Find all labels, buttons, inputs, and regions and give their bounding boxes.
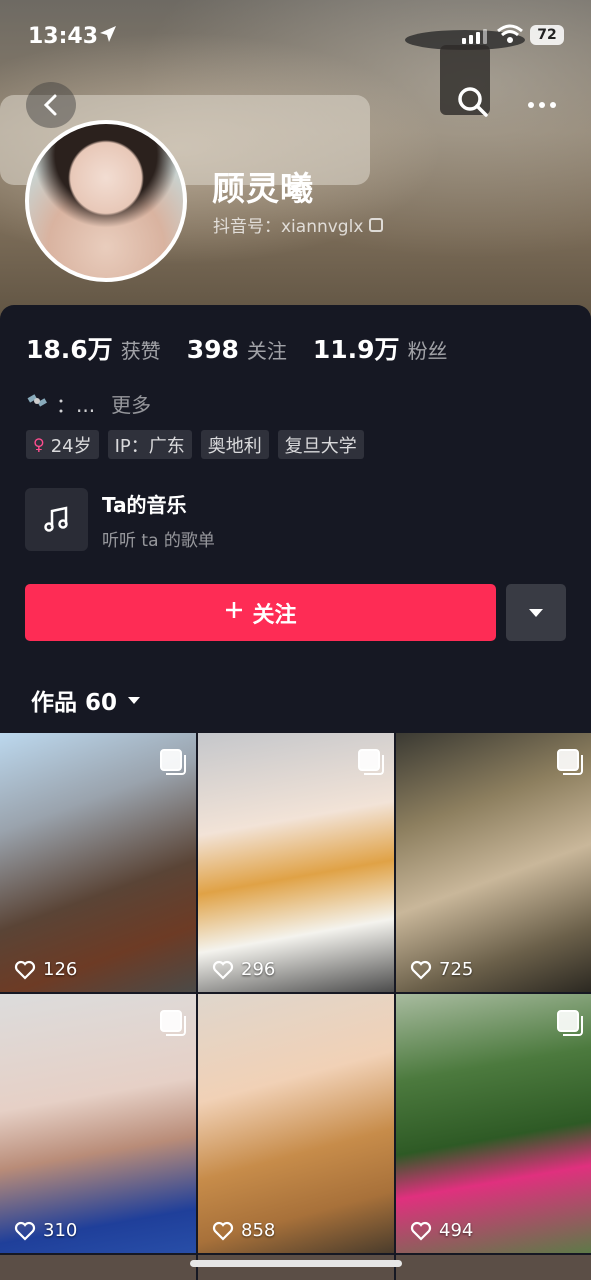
battery-indicator: 72 xyxy=(530,25,564,45)
post-likes: 494 xyxy=(410,1220,473,1241)
music-icon xyxy=(25,488,88,551)
heart-icon xyxy=(410,960,432,980)
profile-name: 顾灵曦 xyxy=(212,169,314,208)
works-grid: 126 296 725 310 858 494 xyxy=(0,733,591,1253)
douyin-id: 抖音号：xiannvglx xyxy=(213,217,364,237)
more-options-button[interactable] xyxy=(522,90,562,120)
back-button[interactable] xyxy=(26,82,76,128)
stat-followers-number: 11.9万 xyxy=(312,335,400,364)
stat-following-label: 关注 xyxy=(246,339,287,363)
stat-followers[interactable]: 11.9万 粉丝 xyxy=(313,330,448,366)
profile-tags: ♀ 24岁 IP：广东 奥地利 复旦大学 xyxy=(26,430,364,459)
status-bar: 13:43 72 xyxy=(0,18,591,54)
multi-image-icon xyxy=(160,1010,186,1036)
female-icon: ♀ xyxy=(33,435,45,454)
search-button[interactable] xyxy=(455,84,495,124)
post-thumbnail-partial[interactable] xyxy=(396,1255,591,1280)
music-title: Ta的音乐 xyxy=(102,492,187,517)
stat-likes[interactable]: 18.6万 获赞 xyxy=(26,330,161,366)
post-likes: 858 xyxy=(212,1220,275,1241)
douyin-id-row[interactable]: 抖音号：xiannvglx xyxy=(213,212,384,237)
post-likes-count: 858 xyxy=(241,1220,276,1241)
multi-image-icon xyxy=(557,749,583,775)
heart-icon xyxy=(410,1221,432,1241)
stat-following[interactable]: 398 关注 xyxy=(187,335,287,364)
music-text: Ta的音乐 听听 ta 的歌单 xyxy=(102,489,215,551)
stat-followers-label: 粉丝 xyxy=(407,339,448,363)
stat-likes-number: 18.6万 xyxy=(26,335,113,364)
multi-image-icon xyxy=(160,749,186,775)
post-likes: 296 xyxy=(212,959,275,980)
copy-icon[interactable] xyxy=(369,217,384,232)
post-thumbnail[interactable]: 126 xyxy=(0,733,196,992)
heart-icon xyxy=(212,960,234,980)
bio-text: ：... xyxy=(56,393,96,417)
more-dot-icon xyxy=(550,102,556,108)
post-likes-count: 310 xyxy=(43,1220,78,1241)
post-thumbnail-partial[interactable] xyxy=(0,1255,196,1280)
follow-label: 关注 xyxy=(252,602,297,628)
post-thumbnail[interactable]: 494 xyxy=(396,994,591,1253)
stats-row: 18.6万 获赞 398 关注 11.9万 粉丝 xyxy=(26,330,448,366)
cellular-signal-icon xyxy=(462,28,487,44)
stat-following-number: 398 xyxy=(186,335,239,364)
bio-more-link[interactable]: 更多 xyxy=(111,389,151,418)
recommend-dropdown-button[interactable] xyxy=(506,584,566,641)
heart-icon xyxy=(14,1221,36,1241)
next-row-partial xyxy=(0,1255,591,1280)
tab-works[interactable]: 作品 60 xyxy=(31,683,141,717)
more-dot-icon xyxy=(528,102,534,108)
search-icon xyxy=(458,87,488,117)
tag-location: 奥地利 xyxy=(200,430,269,459)
tag-age: ♀ 24岁 xyxy=(26,430,99,459)
post-likes-count: 494 xyxy=(439,1220,474,1241)
post-likes-count: 296 xyxy=(241,959,276,980)
multi-image-icon xyxy=(557,1010,583,1036)
tag-age-text: 24岁 xyxy=(50,435,92,457)
post-thumbnail-partial[interactable] xyxy=(198,1255,394,1280)
heart-icon xyxy=(14,960,36,980)
caret-down-icon xyxy=(529,608,543,617)
post-likes-count: 725 xyxy=(439,959,474,980)
post-likes: 310 xyxy=(14,1220,77,1241)
plus-icon xyxy=(224,600,244,626)
status-time: 13:43 xyxy=(28,24,99,49)
post-thumbnail[interactable]: 725 xyxy=(396,733,591,992)
tag-ip: IP：广东 xyxy=(107,430,192,459)
avatar[interactable] xyxy=(25,120,187,282)
heart-icon xyxy=(212,1221,234,1241)
post-thumbnail[interactable]: 310 xyxy=(0,994,196,1253)
post-likes: 725 xyxy=(410,959,473,980)
home-indicator[interactable] xyxy=(190,1260,402,1267)
follow-button[interactable]: 关注 xyxy=(25,584,496,641)
post-likes-count: 126 xyxy=(43,959,78,980)
wifi-icon xyxy=(497,24,523,48)
multi-image-icon xyxy=(358,749,384,775)
satellite-emoji-icon xyxy=(26,390,50,417)
tag-school: 复旦大学 xyxy=(277,430,364,459)
music-entry[interactable]: Ta的音乐 听听 ta 的歌单 xyxy=(25,488,215,551)
more-dot-icon xyxy=(539,102,545,108)
post-likes: 126 xyxy=(14,959,77,980)
caret-down-icon xyxy=(128,696,141,704)
post-thumbnail[interactable]: 296 xyxy=(198,733,394,992)
bio[interactable]: ：... 更多 xyxy=(26,389,151,418)
location-arrow-icon xyxy=(98,24,118,48)
post-thumbnail[interactable]: 858 xyxy=(198,994,394,1253)
music-subtitle: 听听 ta 的歌单 xyxy=(102,530,215,551)
stat-likes-label: 获赞 xyxy=(120,339,161,363)
works-tab-label: 作品 60 xyxy=(31,690,118,716)
chevron-left-icon xyxy=(43,94,57,116)
